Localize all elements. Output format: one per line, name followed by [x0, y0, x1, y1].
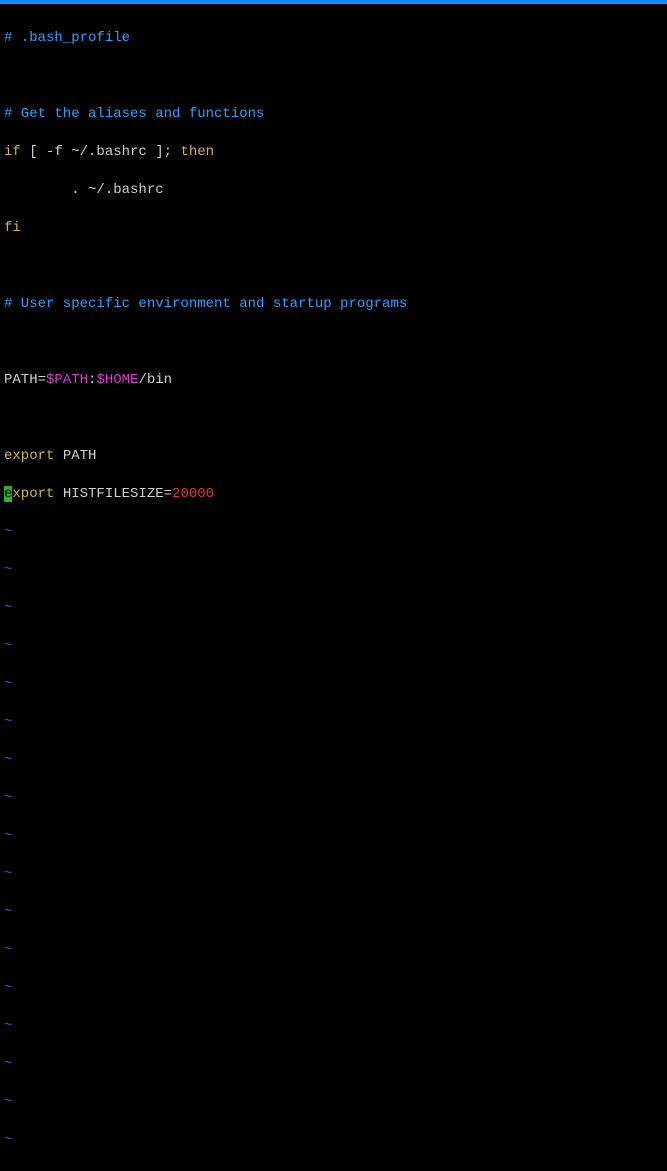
empty-line: ~ — [4, 561, 665, 580]
comment: # Get the aliases and functions — [4, 106, 264, 122]
tilde-icon: ~ — [4, 562, 12, 578]
variable-path: $PATH — [46, 372, 88, 388]
code-editor[interactable]: # .bash_profile # Get the aliases and fu… — [0, 4, 667, 1171]
path-tail: /bin — [138, 372, 172, 388]
keyword-then: then — [180, 144, 214, 160]
code-line: . ~/.bashrc — [4, 181, 665, 200]
tilde-icon: ~ — [4, 1132, 12, 1148]
tilde-icon: ~ — [4, 980, 12, 996]
tilde-icon: ~ — [4, 866, 12, 882]
code-line: # User specific environment and startup … — [4, 295, 665, 314]
keyword-if: if — [4, 144, 21, 160]
empty-line: ~ — [4, 903, 665, 922]
tilde-icon: ~ — [4, 638, 12, 654]
export-assign: HISTFILESIZE= — [54, 486, 172, 502]
tilde-icon: ~ — [4, 752, 12, 768]
code-line: export HISTFILESIZE=20000 — [4, 485, 665, 504]
tilde-icon: ~ — [4, 942, 12, 958]
empty-line: ~ — [4, 637, 665, 656]
keyword-export: xport — [12, 486, 54, 502]
tilde-icon: ~ — [4, 790, 12, 806]
tilde-icon: ~ — [4, 1094, 12, 1110]
empty-line: ~ — [4, 751, 665, 770]
empty-line: ~ — [4, 523, 665, 542]
tilde-icon: ~ — [4, 600, 12, 616]
code-line — [4, 333, 665, 352]
empty-line: ~ — [4, 1093, 665, 1112]
code-line: # Get the aliases and functions — [4, 105, 665, 124]
tilde-icon: ~ — [4, 828, 12, 844]
empty-line: ~ — [4, 865, 665, 884]
empty-line: ~ — [4, 1055, 665, 1074]
keyword-fi: fi — [4, 220, 21, 236]
tilde-icon: ~ — [4, 904, 12, 920]
source-cmd: . ~/.bashrc — [4, 182, 164, 198]
tilde-icon: ~ — [4, 1056, 12, 1072]
comment: # User specific environment and startup … — [4, 296, 407, 312]
comment: # .bash_profile — [4, 30, 130, 46]
code-line: if [ -f ~/.bashrc ]; then — [4, 143, 665, 162]
condition: [ -f ~/.bashrc ]; — [21, 144, 181, 160]
empty-line: ~ — [4, 827, 665, 846]
number-literal: 20000 — [172, 486, 214, 502]
empty-line: ~ — [4, 599, 665, 618]
code-line: PATH=$PATH:$HOME/bin — [4, 371, 665, 390]
code-line — [4, 257, 665, 276]
code-line — [4, 67, 665, 86]
tilde-icon: ~ — [4, 676, 12, 692]
code-line: fi — [4, 219, 665, 238]
empty-line: ~ — [4, 675, 665, 694]
empty-line: ~ — [4, 979, 665, 998]
code-line: # .bash_profile — [4, 29, 665, 48]
tilde-icon: ~ — [4, 714, 12, 730]
path-assign: PATH= — [4, 372, 46, 388]
empty-line: ~ — [4, 713, 665, 732]
empty-line: ~ — [4, 789, 665, 808]
keyword-export: export — [4, 448, 54, 464]
tilde-icon: ~ — [4, 524, 12, 540]
code-line: export PATH — [4, 447, 665, 466]
empty-line: ~ — [4, 1131, 665, 1150]
tilde-icon: ~ — [4, 1018, 12, 1034]
empty-line: ~ — [4, 1017, 665, 1036]
code-line — [4, 409, 665, 428]
empty-line: ~ — [4, 941, 665, 960]
variable-home: $HOME — [96, 372, 138, 388]
export-arg: PATH — [54, 448, 96, 464]
